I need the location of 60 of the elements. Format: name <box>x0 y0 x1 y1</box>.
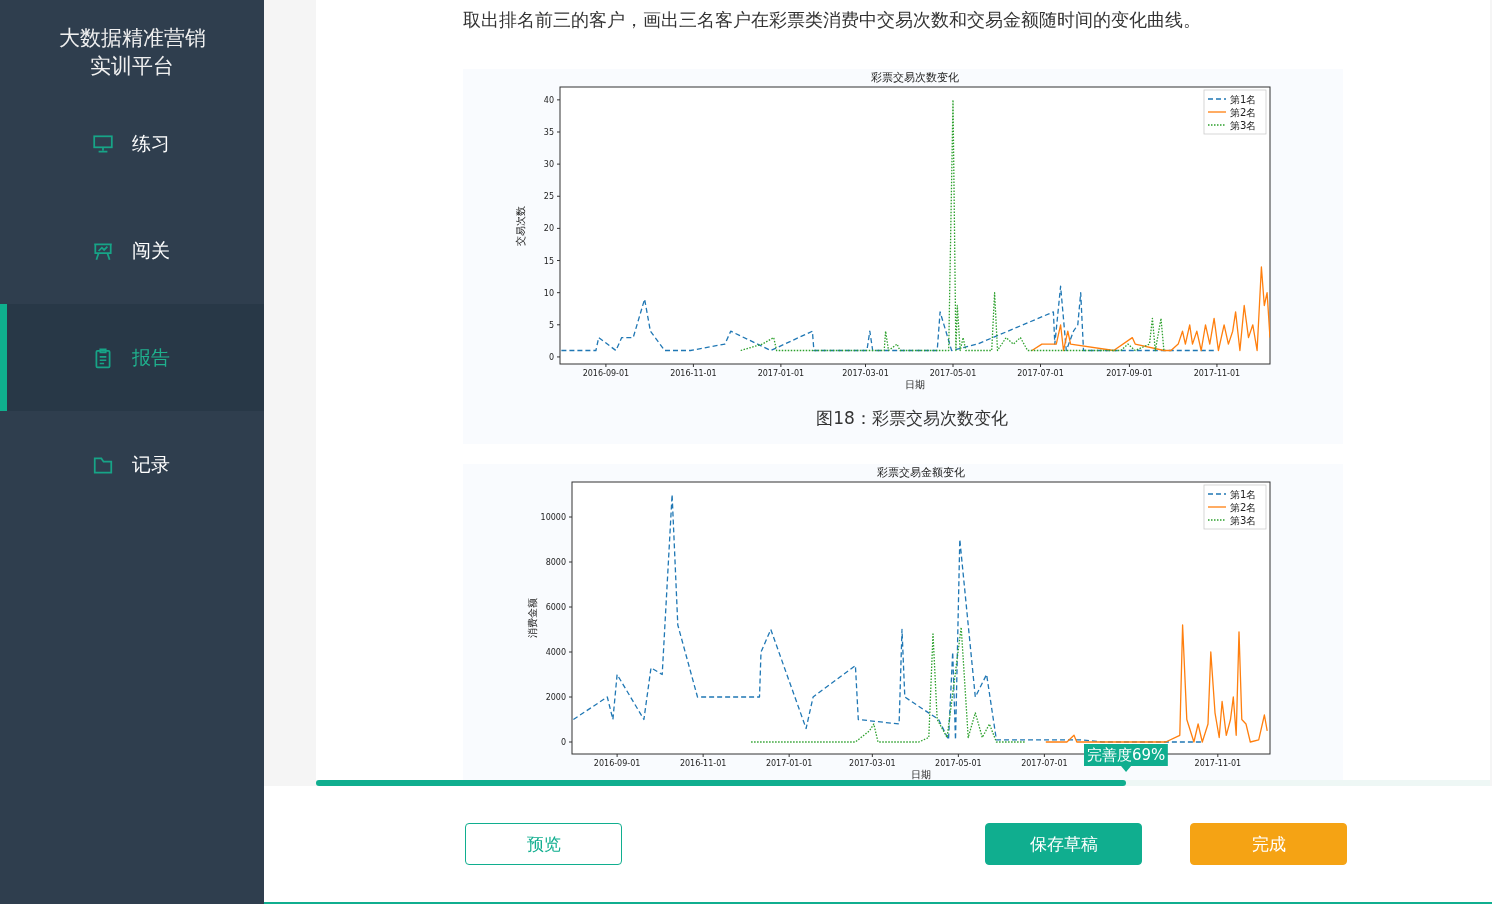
tick-label: 25 <box>543 192 554 202</box>
tick-label: 8000 <box>545 558 566 567</box>
tick-label: 2016-11-01 <box>670 369 717 378</box>
tick-label: 2017-01-01 <box>757 369 805 378</box>
legend-label: 第3名 <box>1230 120 1257 131</box>
tick-label: 2017-03-01 <box>842 369 889 378</box>
tick-label: 2000 <box>545 693 566 702</box>
legend-label: 第1名 <box>1230 489 1257 500</box>
tick-label: 5 <box>548 320 554 330</box>
preview-button[interactable]: 预览 <box>465 823 622 865</box>
tick-label: 2017-05-01 <box>929 369 977 378</box>
tick-label: 2017-07-01 <box>1021 759 1068 768</box>
sidebar-item[interactable]: 报告 <box>0 304 264 411</box>
tick-label: 0 <box>548 352 554 362</box>
tick-label: 4000 <box>545 648 566 657</box>
legend-label: 第2名 <box>1230 107 1257 118</box>
tick-label: 15 <box>543 256 554 266</box>
legend-box <box>1203 484 1267 530</box>
legend-line-icon <box>1207 519 1227 521</box>
legend-line-icon <box>1207 98 1227 100</box>
tick-label: 2017-03-01 <box>849 759 896 768</box>
legend-label: 第3名 <box>1230 515 1257 526</box>
tick-label: 35 <box>543 128 554 137</box>
tick-label: 2017-05-01 <box>935 759 982 768</box>
tick-label: 20 <box>543 224 554 234</box>
sidebar-item[interactable]: 闯关 <box>0 197 264 304</box>
axis-label: 日期 <box>911 769 931 780</box>
tick-label: 10000 <box>540 513 566 522</box>
legend-line-icon <box>1207 493 1227 495</box>
axis-label: 消费金额 <box>527 598 538 638</box>
legend-line-icon <box>1207 111 1227 113</box>
legend-line-icon <box>1207 124 1227 126</box>
figure-caption: 图18：彩票交易次数变化 <box>815 407 1009 430</box>
tick-label: 2016-11-01 <box>679 759 727 768</box>
intro-text: 取出排名前三的客户，画出三名客户在彩票类消费中交易次数和交易金额随时间的变化曲线。 <box>463 8 1202 32</box>
axis-label: 交易次数 <box>515 205 526 246</box>
tick-label: 2017-01-01 <box>765 759 813 768</box>
sidebar-item[interactable]: 练习 <box>0 90 264 197</box>
tick-label: 6000 <box>545 603 566 612</box>
tick-label: 2017-07-01 <box>1017 369 1064 378</box>
legend-label: 第2名 <box>1230 502 1257 513</box>
tick-label: 2016-09-01 <box>582 369 630 378</box>
legend-box <box>1203 89 1267 135</box>
sidebar-item[interactable]: 记录 <box>0 411 264 518</box>
app-title: 大数据精准营销实训平台 <box>57 25 207 80</box>
tick-label: 10 <box>543 288 554 298</box>
tick-label: 2016-09-01 <box>593 759 641 768</box>
monitor-icon <box>92 132 114 155</box>
legend-label: 第1名 <box>1230 94 1257 105</box>
chart-title: 彩票交易金额变化 <box>877 466 965 479</box>
tick-label: 40 <box>543 95 554 105</box>
chart-title: 彩票交易次数变化 <box>871 71 959 84</box>
tick-label: 2017-09-01 <box>1106 369 1153 378</box>
axis-label: 日期 <box>905 379 925 390</box>
tick-label: 2017-11-01 <box>1194 759 1242 768</box>
save-draft-button[interactable]: 保存草稿 <box>985 823 1142 865</box>
tick-label: 0 <box>560 738 566 747</box>
tick-label: 2017-11-01 <box>1193 369 1241 378</box>
tick-label: 30 <box>543 160 554 170</box>
legend-line-icon <box>1207 506 1227 508</box>
